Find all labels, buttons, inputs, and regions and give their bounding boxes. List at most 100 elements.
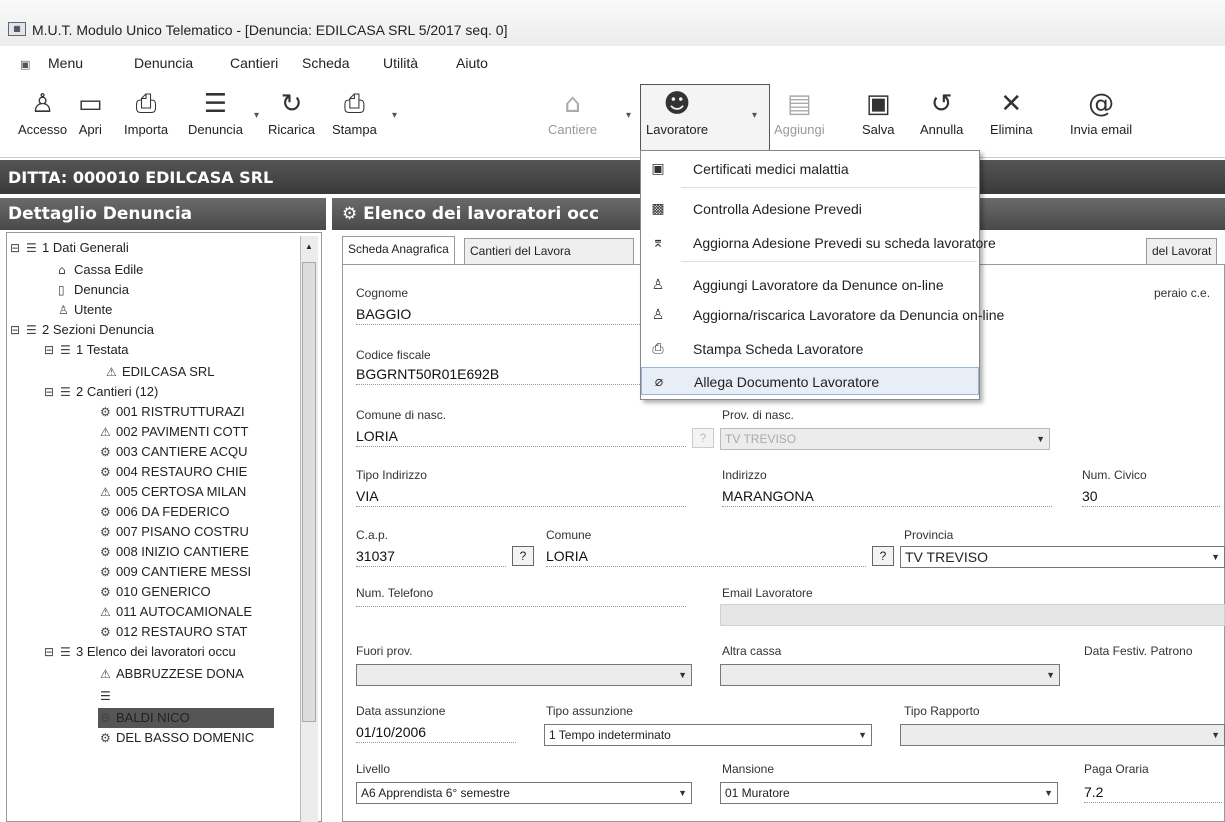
mansione-select[interactable]: 01 Muratore ▼ <box>720 782 1058 804</box>
menu-aiuto[interactable]: Aiuto <box>456 55 488 71</box>
lavoratore-button[interactable]: ☻ Lavoratore <box>646 88 708 137</box>
altra-cassa-select[interactable]: ▼ <box>720 664 1060 686</box>
tree-node-utente[interactable]: ♙ Utente <box>58 302 112 317</box>
invia-email-button[interactable]: @ Invia email <box>1070 88 1132 137</box>
tree-node-cantiere[interactable]: ⚠ 002 PAVIMENTI COTT <box>100 424 248 439</box>
tree-node-cantiere[interactable]: ⚙ 001 RISTRUTTURAZI <box>100 404 245 419</box>
tab-del-lavoratore[interactable]: del Lavorat <box>1146 238 1218 264</box>
comune-nasc-lookup-button[interactable]: ? <box>692 428 714 448</box>
denuncia-button[interactable]: ☰ Denuncia <box>188 88 243 137</box>
chevron-down-icon: ▼ <box>1211 552 1220 562</box>
cap-underline <box>356 566 506 567</box>
comune-lookup-button[interactable]: ? <box>872 546 894 566</box>
tree-node-cantiere[interactable]: ⚠ 011 AUTOCAMIONALE <box>100 604 252 619</box>
tree-node-testata[interactable]: ⊟ ☰ 1 Testata <box>44 342 129 357</box>
tree-node-denuncia[interactable]: ▯ Denuncia <box>58 282 129 297</box>
indirizzo-field[interactable]: MARANGONA <box>722 488 814 504</box>
chevron-down-icon: ▼ <box>1211 730 1220 740</box>
tree-node-cantiere[interactable]: ⚙ 006 DA FEDERICO <box>100 504 229 519</box>
tree-node-lavoratore[interactable]: ⚙ DEL BASSO DOMENIC <box>100 730 254 745</box>
lavoratore-dropdown-icon[interactable]: ▾ <box>752 110 757 121</box>
gear-icon: ⚙ <box>100 711 111 725</box>
apri-button[interactable]: ▭ Apri <box>78 88 103 137</box>
tree-node-cantiere[interactable]: ⚠ 005 CERTOSA MILAN <box>100 484 246 499</box>
cantiere-dropdown-icon[interactable]: ▾ <box>626 110 631 121</box>
gear-icon: ⚙ <box>100 545 111 559</box>
tree-node-cantiere[interactable]: ⚙ 003 CANTIERE ACQU <box>100 444 248 459</box>
tree-node-sezioni[interactable]: ⊟ ☰ 2 Sezioni Denuncia <box>10 322 154 337</box>
annulla-button[interactable]: ↺ Annulla <box>920 88 963 137</box>
paga-oraria-field[interactable]: 7.2 <box>1084 784 1103 800</box>
telefono-underline[interactable] <box>356 606 686 607</box>
menu-cantieri[interactable]: Cantieri <box>230 55 278 71</box>
num-civico-field[interactable]: 30 <box>1082 488 1098 504</box>
chevron-down-icon: ▼ <box>1036 434 1045 444</box>
menu-menu[interactable]: Menu <box>48 55 83 71</box>
tree-node-lavoratore[interactable]: ⚙ BALDI NICO <box>100 710 190 725</box>
collapse-icon[interactable]: ⊟ <box>10 323 26 337</box>
menu-item-certificati[interactable]: ▣ Certificati medici malattia <box>641 155 979 183</box>
printer-icon: ⎙ <box>652 341 664 357</box>
scroll-up-icon[interactable]: ▲ <box>305 242 313 251</box>
tree-node-elenco-lavoratori[interactable]: ⊟ ☰ 3 Elenco dei lavoratori occu <box>44 644 236 659</box>
denuncia-dropdown-icon[interactable]: ▾ <box>254 110 259 121</box>
tree-node-cantiere[interactable]: ⚙ 010 GENERICO <box>100 584 211 599</box>
menu-denuncia[interactable]: Denuncia <box>134 55 193 71</box>
chevron-down-icon: ▼ <box>678 670 687 680</box>
tab-cantieri-lavoratore[interactable]: Cantieri del Lavora <box>464 238 634 264</box>
livello-select[interactable]: A6 Apprendista 6° semestre ▼ <box>356 782 692 804</box>
elimina-button[interactable]: ✕ Elimina <box>990 88 1033 137</box>
stampa-dropdown-icon[interactable]: ▾ <box>392 110 397 121</box>
cognome-field[interactable]: BAGGIO <box>356 306 411 322</box>
tipo-rapporto-select[interactable]: ▼ <box>900 724 1225 746</box>
tree-node-cantiere[interactable]: ⚙ 009 CANTIERE MESSI <box>100 564 251 579</box>
comune-nasc-field[interactable]: LORIA <box>356 428 398 444</box>
check-document-icon: ▩ <box>651 201 665 217</box>
salva-button[interactable]: ▣ Salva <box>862 88 895 137</box>
tree-node-cassa-edile[interactable]: ⌂ Cassa Edile <box>58 262 143 277</box>
prov-nasc-select[interactable]: TV TREVISO ▼ <box>720 428 1050 450</box>
cantiere-button[interactable]: ⌂ Cantiere <box>548 88 597 137</box>
cap-lookup-button[interactable]: ? <box>512 546 534 566</box>
menu-item-stampa-scheda[interactable]: ⎙ Stampa Scheda Lavoratore <box>641 335 979 363</box>
tree-scrollbar-thumb[interactable] <box>302 262 316 722</box>
accesso-button[interactable]: ♙ Accesso <box>18 88 67 137</box>
cap-field[interactable]: 31037 <box>356 548 395 564</box>
tree-node-lavoratore[interactable]: ⚠ ABBRUZZESE DONA <box>100 666 244 681</box>
menu-item-aggiungi-online[interactable]: ♙ Aggiungi Lavoratore da Denunce on-line <box>641 271 979 299</box>
tree-node-cantiere[interactable]: ⚙ 004 RESTAURO CHIE <box>100 464 247 479</box>
menu-item-aggiorna-prevedi[interactable]: ⌆ Aggiorna Adesione Prevedi su scheda lav… <box>641 229 996 257</box>
collapse-icon[interactable]: ⊟ <box>44 343 60 357</box>
tab-scheda-anagrafica[interactable]: Scheda Anagrafica <box>342 236 455 264</box>
email-field[interactable] <box>720 604 1225 626</box>
importa-button[interactable]: ⎙ Importa <box>124 88 168 137</box>
data-assunzione-field[interactable]: 01/10/2006 <box>356 724 426 740</box>
tipo-assunzione-select[interactable]: 1 Tempo indeterminato ▼ <box>544 724 872 746</box>
tree-node-lavoratore-selected[interactable]: ☰ BAGGIO RENATO <box>100 688 224 703</box>
fuori-prov-select[interactable]: ▼ <box>356 664 692 686</box>
menu-scheda[interactable]: Scheda <box>302 55 349 71</box>
ricarica-button[interactable]: ↻ Ricarica <box>268 88 315 137</box>
tree-node-cantieri[interactable]: ⊟ ☰ 2 Cantieri (12) <box>44 384 158 399</box>
tree-node-cantiere[interactable]: ⚙ 012 RESTAURO STAT <box>100 624 247 639</box>
menu-item-controlla-prevedi[interactable]: ▩ Controlla Adesione Prevedi <box>641 195 979 223</box>
comune-field[interactable]: LORIA <box>546 548 588 564</box>
prov-nasc-label: Prov. di nasc. <box>722 408 794 422</box>
stampa-button[interactable]: ⎙ Stampa <box>332 88 377 137</box>
menu-item-riscarica-online[interactable]: ♙ Aggiorna/riscarica Lavoratore da Denunc… <box>641 301 1005 329</box>
system-menu-icon[interactable]: ▣ <box>20 58 30 71</box>
tipo-indirizzo-field[interactable]: VIA <box>356 488 379 504</box>
collapse-icon[interactable]: ⊟ <box>10 241 26 255</box>
collapse-icon[interactable]: ⊟ <box>44 645 60 659</box>
menu-utilita[interactable]: Utilità <box>383 55 418 71</box>
tree-node-cantiere[interactable]: ⚙ 007 PISANO COSTRU <box>100 524 249 539</box>
provincia-select[interactable]: TV TREVISO ▼ <box>900 546 1225 568</box>
codice-fiscale-field[interactable]: BGGRNT50R01E692B <box>356 366 499 382</box>
update-icon: ⌆ <box>652 235 664 251</box>
aggiungi-button[interactable]: ▤ Aggiungi <box>774 88 825 137</box>
collapse-icon[interactable]: ⊟ <box>44 385 60 399</box>
tree-node-dati-generali[interactable]: ⊟ ☰ 1 Dati Generali <box>10 240 129 255</box>
tree-node-edilcasa[interactable]: ⚠ EDILCASA SRL <box>106 364 215 379</box>
tree-node-cantiere[interactable]: ⚙ 008 INIZIO CANTIERE <box>100 544 249 559</box>
menu-item-allega-documento[interactable]: ⌀ Allega Documento Lavoratore <box>641 367 979 395</box>
